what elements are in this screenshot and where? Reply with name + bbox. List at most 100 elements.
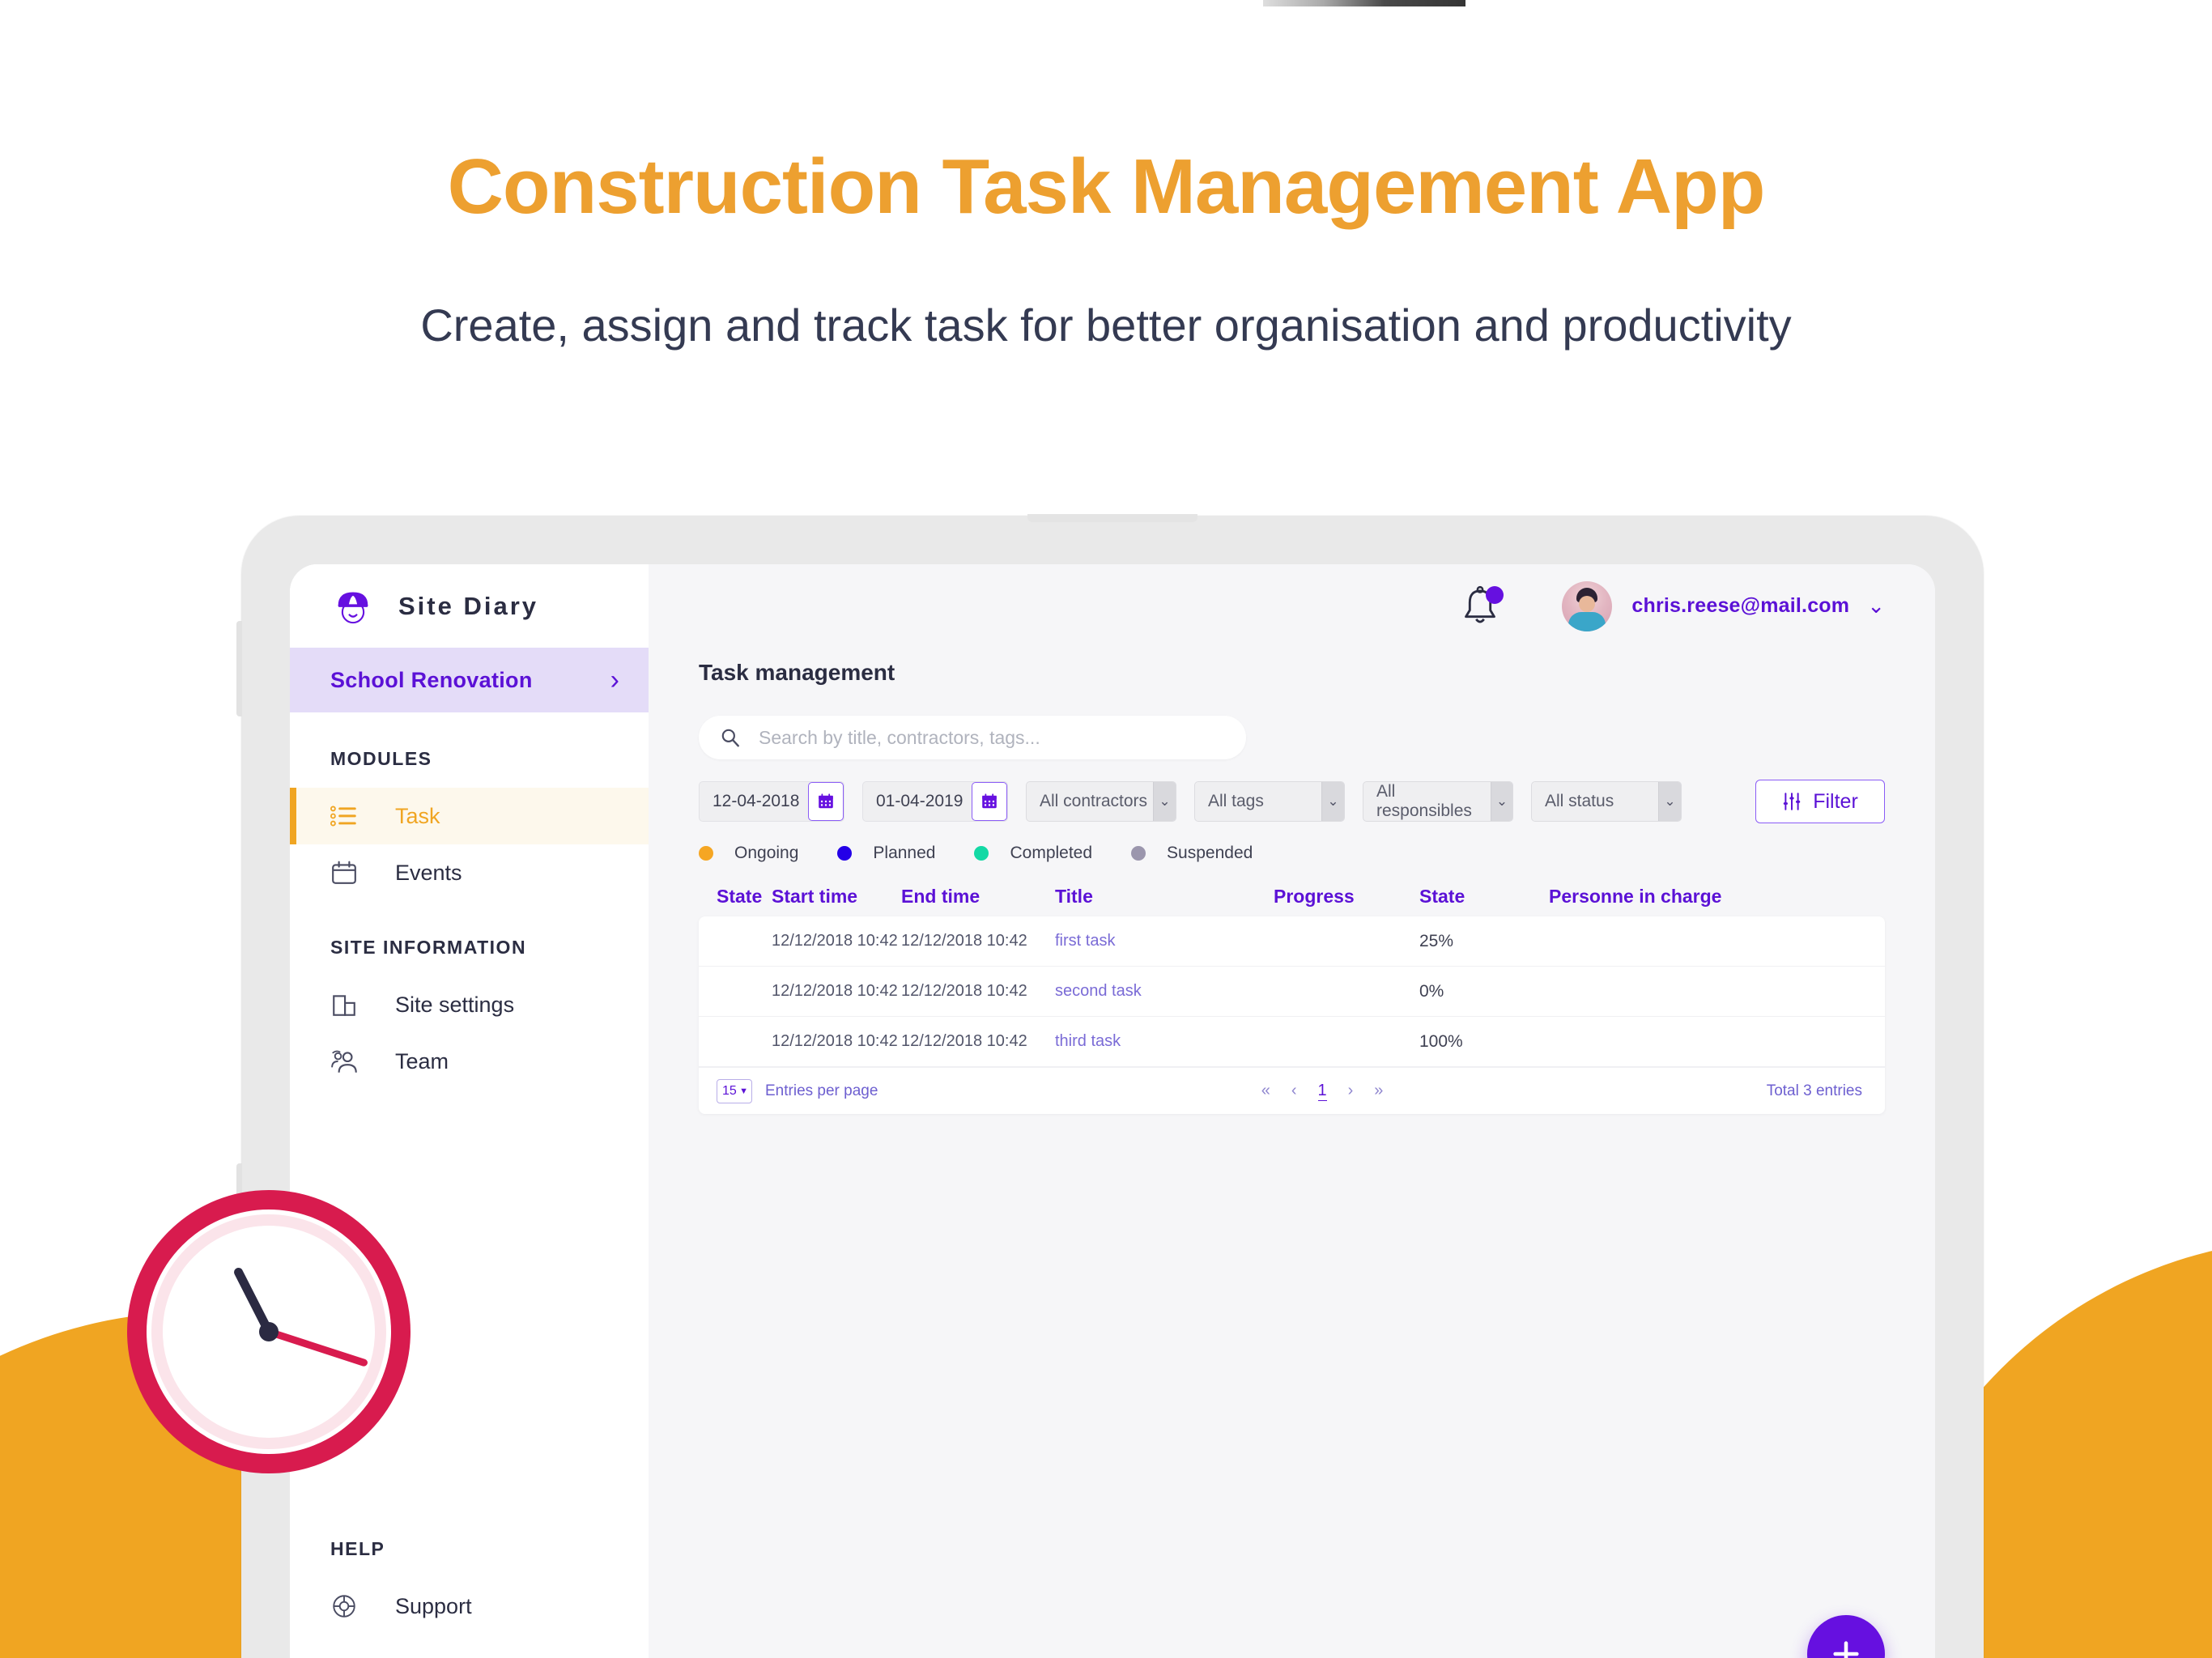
legend-item-completed: Completed (974, 844, 1092, 863)
table-row[interactable]: 12/12/2018 10:42 12/12/2018 10:42 third … (699, 1017, 1885, 1067)
avatar[interactable] (1562, 580, 1613, 631)
sidebar-item-label: Team (395, 1048, 449, 1073)
calendar-icon[interactable] (972, 782, 1007, 821)
filter-row: 12-04-2018 01-04-2019 All contractors ⌄ … (699, 780, 1885, 823)
date-from-field[interactable]: 12-04-2018 (699, 781, 844, 822)
column-header-progress[interactable]: Progress (1274, 886, 1419, 908)
entries-per-page-label: Entries per page (765, 1082, 878, 1099)
sidebar-section-help: HELP (330, 1538, 385, 1559)
table-row[interactable]: 12/12/2018 10:42 12/12/2018 10:42 second… (699, 967, 1885, 1017)
entries-per-page-select[interactable]: 15 ▼ (717, 1078, 752, 1103)
status-legend: Ongoing Planned Completed Suspended (699, 844, 1291, 863)
sidebar-item-site-settings[interactable]: Site settings (290, 976, 649, 1033)
clock-center-pin (259, 1322, 279, 1341)
filter-button[interactable]: Filter (1755, 780, 1885, 823)
chevron-down-icon: ⌄ (1321, 782, 1344, 821)
sidebar-item-project[interactable]: School Renovation › (290, 648, 649, 712)
pager-last[interactable]: » (1374, 1082, 1383, 1100)
clock-minute-hand (267, 1328, 369, 1367)
column-header-start-time[interactable]: Start time (772, 886, 901, 908)
chevron-down-icon: ⌄ (1658, 782, 1681, 821)
cell-end-time: 12/12/2018 10:42 (901, 932, 1027, 950)
cell-start-time: 12/12/2018 10:42 (772, 1032, 898, 1050)
column-header-end-time[interactable]: End time (901, 886, 1055, 908)
calendar-icon (330, 860, 379, 886)
legend-label: Suspended (1167, 844, 1253, 862)
calendar-icon[interactable] (808, 782, 844, 821)
chevron-down-icon: ▼ (739, 1086, 748, 1096)
sidebar-item-label: Support (395, 1593, 472, 1618)
table-row[interactable]: 12/12/2018 10:42 12/12/2018 10:42 first … (699, 916, 1885, 967)
chevron-down-icon[interactable]: ⌄ (1867, 593, 1885, 619)
cell-title[interactable]: third task (1055, 1032, 1121, 1050)
select-responsibles[interactable]: All responsibles ⌄ (1363, 781, 1513, 822)
tablet-screen: Site Diary School Renovation › MODULES T… (290, 564, 1935, 1658)
chevron-down-icon: ⌄ (1491, 782, 1512, 821)
hardhat-worker-icon (330, 584, 376, 629)
pager-first[interactable]: « (1261, 1082, 1270, 1100)
notification-badge (1486, 585, 1504, 604)
lifebuoy-icon (330, 1592, 379, 1620)
buildings-icon (330, 992, 379, 1018)
select-tags[interactable]: All tags ⌄ (1194, 781, 1345, 822)
column-header-personne-in-charge[interactable]: Personne in charge (1549, 886, 1885, 908)
pager-prev[interactable]: ‹ (1291, 1082, 1297, 1100)
section-title: Task management (699, 660, 895, 685)
legend-item-planned: Planned (837, 844, 935, 863)
chevron-right-icon: › (610, 665, 619, 695)
top-edge-artifact (1263, 0, 1465, 6)
chevron-down-icon: ⌄ (1153, 782, 1176, 821)
brand-header[interactable]: Site Diary (290, 564, 649, 648)
table-body-card: 12/12/2018 10:42 12/12/2018 10:42 first … (699, 916, 1885, 1114)
select-contractors[interactable]: All contractors ⌄ (1026, 781, 1176, 822)
page-title: Construction Task Management App (447, 143, 1766, 230)
legend-item-suspended: Suspended (1131, 844, 1253, 863)
status-dot (699, 846, 713, 861)
date-to-field[interactable]: 01-04-2019 (862, 781, 1008, 822)
people-group-icon (330, 1048, 379, 1074)
table-header-row: State Start time End time Title Progress… (699, 876, 1885, 916)
select-status-value: All status (1545, 792, 1614, 810)
add-task-button[interactable] (1807, 1615, 1885, 1658)
avatar-body (1568, 611, 1606, 631)
cell-progress-label: 25% (1419, 931, 1454, 950)
user-email: chris.reese@mail.com (1631, 594, 1850, 617)
tasks-table: State Start time End time Title Progress… (699, 876, 1885, 1114)
cell-start-time: 12/12/2018 10:42 (772, 932, 898, 950)
table-footer: 15 ▼ Entries per page « ‹ 1 › » Total 3 … (699, 1067, 1885, 1114)
sidebar-item-support[interactable]: Support (290, 1578, 649, 1635)
entries-per-page-value: 15 (722, 1083, 737, 1098)
cell-progress-label: 0% (1419, 981, 1444, 1001)
sidebar-item-team[interactable]: Team (290, 1033, 649, 1090)
cell-title[interactable]: first task (1055, 932, 1115, 950)
notifications-button[interactable] (1458, 585, 1504, 628)
poster-canvas: Construction Task Management App Create,… (0, 0, 2212, 1658)
sidebar-item-label: Events (395, 860, 462, 885)
plus-icon (1833, 1641, 1859, 1658)
select-status[interactable]: All status ⌄ (1531, 781, 1682, 822)
search-bar[interactable]: Search by title, contractors, tags... (699, 716, 1246, 759)
cell-title[interactable]: second task (1055, 982, 1142, 1000)
top-bar: chris.reese@mail.com ⌄ (649, 564, 1935, 648)
sidebar-item-label: Task (395, 803, 440, 828)
column-header-title[interactable]: Title (1055, 886, 1274, 908)
filter-button-label: Filter (1813, 789, 1858, 813)
status-dot (837, 846, 853, 861)
pager-next[interactable]: › (1348, 1082, 1354, 1100)
legend-label: Ongoing (734, 844, 799, 862)
cell-end-time: 12/12/2018 10:42 (901, 982, 1027, 1000)
column-header-state[interactable]: State (717, 886, 772, 908)
sidebar-item-task[interactable]: Task (290, 788, 649, 844)
project-name: School Renovation (330, 667, 533, 692)
sidebar-item-events[interactable]: Events (290, 844, 649, 901)
page-subtitle: Create, assign and track task for better… (420, 300, 1792, 351)
column-header-state-2[interactable]: State (1419, 886, 1549, 908)
tablet-volume-button (236, 621, 242, 716)
main-content: chris.reese@mail.com ⌄ Task management S… (649, 564, 1935, 1658)
search-input[interactable]: Search by title, contractors, tags... (759, 727, 1040, 749)
pager-current-page[interactable]: 1 (1317, 1082, 1327, 1101)
sliders-icon (1783, 793, 1801, 810)
status-dot (974, 846, 989, 861)
clock-illustration (127, 1190, 410, 1473)
sidebar-section-site-information: SITE INFORMATION (330, 937, 527, 958)
